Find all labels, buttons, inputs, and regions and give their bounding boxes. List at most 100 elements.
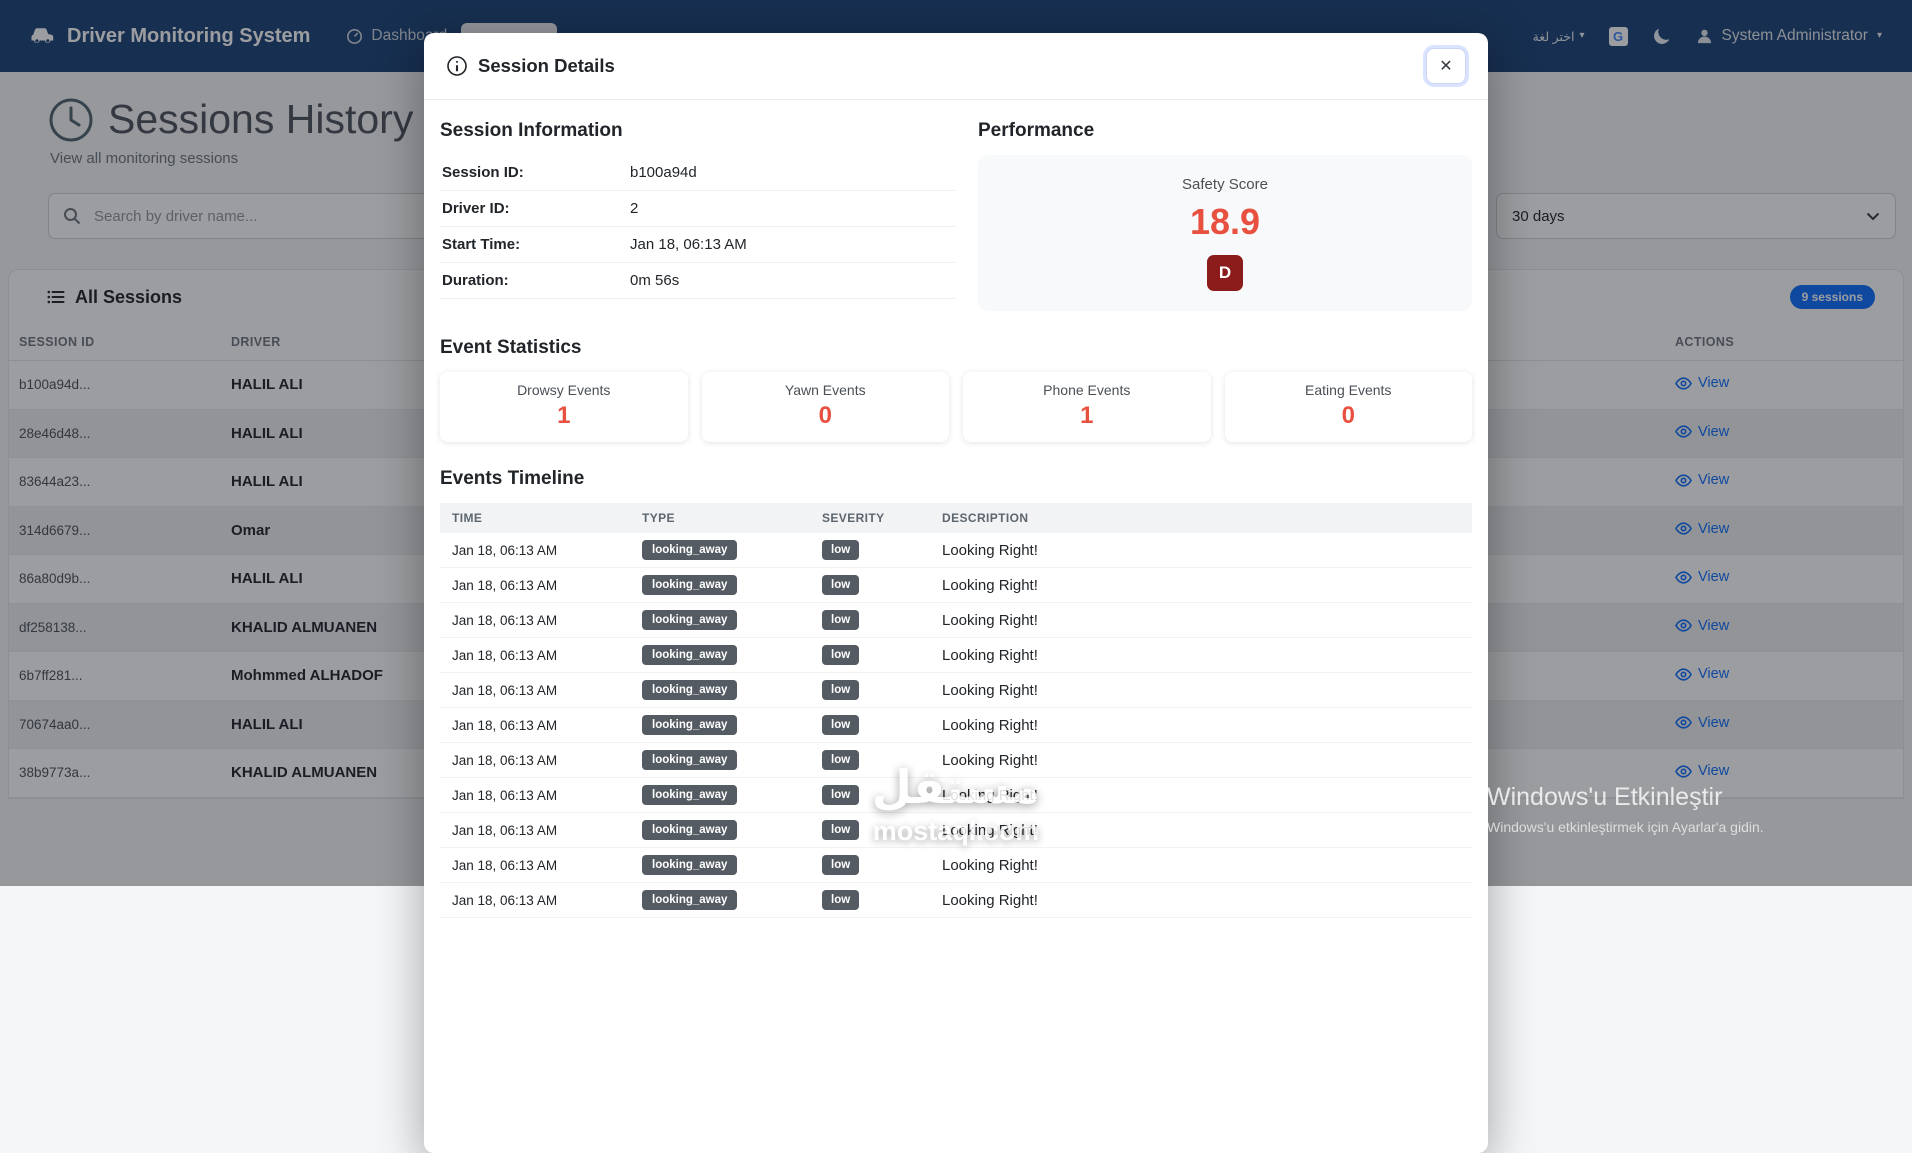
safety-score-label: Safety Score — [1182, 175, 1268, 193]
timeline-time-cell: Jan 18, 06:13 AM — [440, 637, 630, 673]
event-type-badge: looking_away — [642, 820, 738, 840]
info-field-value: Jan 18, 06:13 AM — [630, 236, 747, 253]
session-information-section: Session Information Session ID: b100a94d… — [440, 120, 956, 311]
info-field-row: Duration: 0m 56s — [440, 263, 956, 299]
severity-badge: low — [822, 715, 860, 735]
event-type-badge: looking_away — [642, 575, 738, 595]
performance-heading: Performance — [978, 120, 1095, 141]
timeline-row: Jan 18, 06:13 AM looking_away low Lookin… — [440, 672, 1472, 708]
event-type-badge: looking_away — [642, 890, 738, 910]
timeline-time-cell: Jan 18, 06:13 AM — [440, 777, 630, 813]
timeline-row: Jan 18, 06:13 AM looking_away low Lookin… — [440, 847, 1472, 883]
timeline-description-cell: Looking Right! — [930, 812, 1472, 848]
timeline-description-cell: Looking Right! — [930, 672, 1472, 708]
info-field-label: Driver ID: — [442, 200, 510, 217]
timeline-row: Jan 18, 06:13 AM looking_away low Lookin… — [440, 707, 1472, 743]
severity-badge: low — [822, 680, 860, 700]
severity-badge: low — [822, 785, 860, 805]
timeline-table-body: Jan 18, 06:13 AM looking_away low Lookin… — [440, 533, 1472, 918]
close-button[interactable]: ✕ — [1426, 48, 1466, 84]
info-field-label: Session ID: — [442, 164, 524, 181]
timeline-time-cell: Jan 18, 06:13 AM — [440, 602, 630, 638]
session-details-modal: Session Details ✕ Session Information Se… — [424, 33, 1488, 1153]
severity-badge: low — [822, 575, 860, 595]
severity-badge: low — [822, 645, 860, 665]
event-stat-label: Yawn Events — [784, 382, 866, 398]
severity-badge: low — [822, 820, 860, 840]
timeline-time-cell: Jan 18, 06:13 AM — [440, 812, 630, 848]
info-field-value: 0m 56s — [630, 272, 680, 289]
column-header-type: Type — [630, 503, 810, 533]
timeline-description-cell: Looking Right! — [930, 882, 1472, 918]
timeline-row: Jan 18, 06:13 AM looking_away low Lookin… — [440, 602, 1472, 638]
timeline-time-cell: Jan 18, 06:13 AM — [440, 672, 630, 708]
timeline-description-cell: Looking Right! — [930, 637, 1472, 673]
event-stat-card: Drowsy Events 1 — [440, 372, 688, 442]
timeline-row: Jan 18, 06:13 AM looking_away low Lookin… — [440, 533, 1472, 568]
info-field-row: Session ID: b100a94d — [440, 155, 956, 191]
timeline-row: Jan 18, 06:13 AM looking_away low Lookin… — [440, 742, 1472, 778]
timeline-time-cell: Jan 18, 06:13 AM — [440, 533, 630, 568]
timeline-description-cell: Looking Right! — [930, 533, 1472, 568]
modal-header: Session Details ✕ — [424, 33, 1488, 100]
info-field-value: 2 — [630, 200, 639, 217]
timeline-description-cell: Looking Right! — [930, 742, 1472, 778]
modal-title: Session Details — [446, 55, 615, 77]
event-stat-value: 1 — [557, 402, 571, 429]
modal-title-label: Session Details — [478, 55, 615, 76]
info-field-row: Driver ID: 2 — [440, 191, 956, 227]
event-stat-card: Yawn Events 0 — [701, 372, 949, 442]
event-type-badge: looking_away — [642, 540, 738, 560]
timeline-row: Jan 18, 06:13 AM looking_away low Lookin… — [440, 777, 1472, 813]
info-field-label: Start Time: — [442, 236, 521, 253]
event-type-badge: looking_away — [642, 680, 738, 700]
event-type-badge: looking_away — [642, 785, 738, 805]
session-information-heading: Session Information — [440, 120, 623, 141]
timeline-time-cell: Jan 18, 06:13 AM — [440, 707, 630, 743]
session-information-fields: Session ID: b100a94d Driver ID: 2 Start … — [440, 155, 956, 299]
severity-badge: low — [822, 610, 860, 630]
safety-score-value: 18.9 — [1189, 200, 1261, 242]
events-timeline-heading: Events Timeline — [440, 468, 585, 489]
performance-section: Performance Safety Score 18.9 D — [978, 120, 1472, 311]
timeline-row: Jan 18, 06:13 AM looking_away low Lookin… — [440, 637, 1472, 673]
modal-body: Session Information Session ID: b100a94d… — [424, 100, 1488, 938]
timeline-row: Jan 18, 06:13 AM looking_away low Lookin… — [440, 567, 1472, 603]
event-type-badge: looking_away — [642, 610, 738, 630]
info-field-value: b100a94d — [630, 164, 697, 181]
column-header-description: Description — [930, 503, 1472, 533]
info-grid: Session Information Session ID: b100a94d… — [440, 120, 1472, 311]
close-icon: ✕ — [1439, 58, 1453, 75]
event-type-badge: looking_away — [642, 855, 738, 875]
timeline-time-cell: Jan 18, 06:13 AM — [440, 847, 630, 883]
severity-badge: low — [822, 890, 860, 910]
severity-badge: low — [822, 750, 860, 770]
event-stat-value: 1 — [1080, 402, 1094, 429]
grade-badge: D — [1207, 254, 1243, 291]
event-stat-value: 0 — [818, 402, 832, 429]
timeline-description-cell: Looking Right! — [930, 567, 1472, 603]
event-type-badge: looking_away — [642, 750, 738, 770]
event-statistics-row: Drowsy Events 1 Yawn Events 0 Phone Even… — [440, 372, 1472, 442]
event-stat-card: Phone Events 1 — [963, 372, 1211, 442]
info-icon — [446, 55, 468, 77]
column-header-time: Time — [440, 503, 630, 533]
timeline-time-cell: Jan 18, 06:13 AM — [440, 882, 630, 918]
event-stat-value: 0 — [1341, 402, 1355, 429]
event-stat-label: Eating Events — [1305, 382, 1392, 398]
event-stat-card: Eating Events 0 — [1224, 372, 1472, 442]
events-timeline-table: Time Type Severity Description Jan 18, 0… — [440, 503, 1472, 918]
timeline-description-cell: Looking Right! — [930, 847, 1472, 883]
timeline-time-cell: Jan 18, 06:13 AM — [440, 567, 630, 603]
timeline-row: Jan 18, 06:13 AM looking_away low Lookin… — [440, 882, 1472, 918]
severity-badge: low — [822, 540, 860, 560]
safety-score-card: Safety Score 18.9 D — [978, 155, 1472, 311]
event-type-badge: looking_away — [642, 715, 738, 735]
info-field-row: Start Time: Jan 18, 06:13 AM — [440, 227, 956, 263]
timeline-time-cell: Jan 18, 06:13 AM — [440, 742, 630, 778]
info-field-label: Duration: — [442, 272, 509, 289]
timeline-header-row: Time Type Severity Description — [440, 503, 1472, 533]
timeline-description-cell: Looking Right! — [930, 707, 1472, 743]
event-stat-label: Phone Events — [1043, 382, 1131, 398]
timeline-row: Jan 18, 06:13 AM looking_away low Lookin… — [440, 812, 1472, 848]
